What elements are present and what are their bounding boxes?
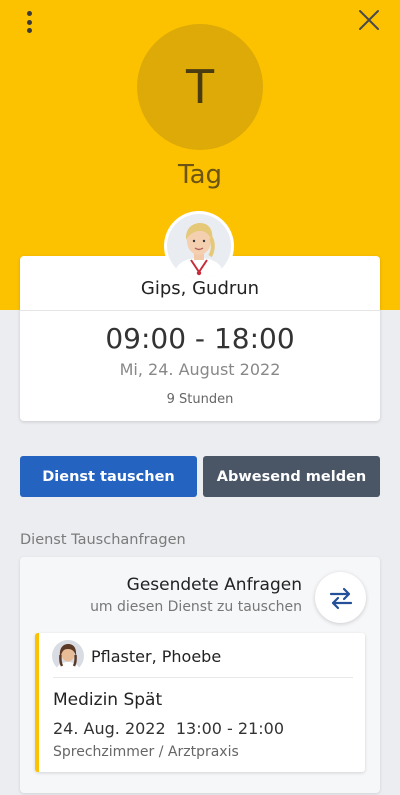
shift-date: Mi, 24. August 2022 — [119, 360, 281, 379]
divider — [53, 677, 353, 678]
shift-type-badge: T — [137, 24, 263, 150]
requested-shift-name: Medizin Spät — [53, 690, 163, 710]
requester-avatar — [52, 640, 84, 672]
swap-requests-card: Gesendete Anfragen um diesen Dienst zu t… — [20, 557, 380, 793]
shift-duration: 9 Stunden — [166, 392, 234, 407]
sent-requests-subtitle: um diesen Dienst zu tauschen — [90, 599, 302, 615]
shift-name: Tag — [177, 160, 222, 190]
report-absence-button[interactable]: Abwesend melden — [203, 456, 380, 497]
employee-avatar — [164, 211, 234, 281]
employee-name: Gips, Gudrun — [140, 278, 260, 299]
sent-requests-title: Gesendete Anfragen — [126, 575, 302, 595]
swap-requests-heading: Dienst Tauschanfragen — [20, 532, 186, 548]
swap-arrows-icon[interactable] — [315, 572, 366, 623]
requested-shift-location: Sprechzimmer / Arztpraxis — [53, 744, 239, 760]
requester-name: Pflaster, Phoebe — [91, 647, 222, 666]
close-icon[interactable] — [358, 9, 380, 31]
divider — [20, 310, 380, 311]
swap-shift-button[interactable]: Dienst tauschen — [20, 456, 197, 497]
shift-letter: T — [185, 60, 215, 114]
requested-shift-datetime: 24. Aug. 2022 13:00 - 21:00 — [53, 719, 284, 738]
swap-request-item[interactable]: Pflaster, Phoebe Medizin Spät 24. Aug. 2… — [35, 633, 365, 772]
shift-time: 09:00 - 18:00 — [105, 322, 295, 355]
more-vert-icon[interactable] — [18, 10, 40, 34]
